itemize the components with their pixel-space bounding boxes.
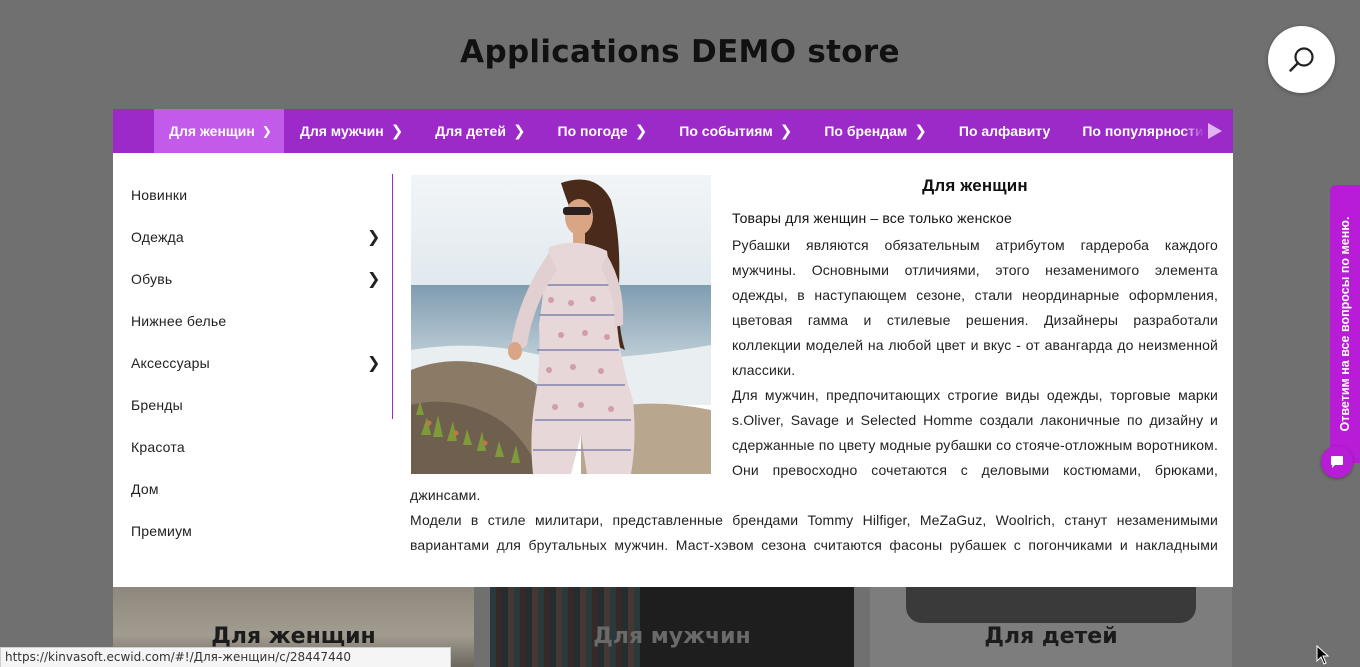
menu-item-women[interactable]: Для женщин ❯ [154, 109, 284, 153]
submenu-item-label: Обувь [131, 271, 173, 287]
search-button[interactable] [1268, 26, 1335, 93]
submenu-divider [392, 174, 393, 419]
description-fade [410, 548, 1218, 564]
chevron-right-icon: ❯ [367, 355, 381, 372]
chevron-right-icon: ❯ [367, 229, 381, 246]
category-tile-kids[interactable]: Для детей [870, 587, 1232, 667]
menu-item-events[interactable]: По событиям ❯ [663, 109, 808, 153]
mouse-cursor-icon [1316, 645, 1330, 665]
browser-status-bar: https://kinvasoft.ecwid.com/#!/Для-женщи… [0, 647, 451, 667]
menu-item-label: Для мужчин [299, 123, 384, 139]
submenu-item-label: Дом [131, 481, 159, 497]
menu-item-weather[interactable]: По погоде ❯ [542, 109, 664, 153]
play-arrow-icon [1208, 123, 1222, 139]
category-tile-label: Для мужчин [593, 624, 751, 649]
submenu-item-label: Премиум [131, 523, 192, 539]
submenu-item-label: Одежда [131, 229, 184, 245]
menu-item-kids[interactable]: Для детей ❯ [419, 109, 541, 153]
store-title: Applications DEMO store [460, 34, 900, 70]
submenu-item-brands[interactable]: Бренды [113, 384, 393, 426]
menu-item-label: По событиям [679, 123, 773, 139]
menu-item-label: По брендам [824, 123, 908, 139]
category-menu-bar: Для женщин ❯ Для мужчин ❯ Для детей ❯ По… [113, 109, 1233, 153]
search-icon [1288, 46, 1314, 72]
submenu-item-shoes[interactable]: Обувь ❯ [113, 258, 393, 300]
submenu-item-label: Аксессуары [131, 355, 210, 371]
chevron-right-icon: ❯ [914, 123, 927, 140]
chevron-right-icon: ❯ [634, 123, 648, 140]
chevron-right-icon: ❯ [390, 123, 404, 140]
menu-item-label: По погоде [557, 123, 628, 139]
submenu-item-label: Бренды [131, 397, 183, 413]
chevron-down-icon: ❯ [261, 124, 272, 138]
submenu-item-accessories[interactable]: Аксессуары ❯ [113, 342, 393, 384]
chat-icon [1331, 456, 1343, 468]
submenu-item-label: Новинки [131, 187, 188, 203]
category-description: Для женщин Товары для женщин – все тольк… [410, 175, 1218, 564]
chevron-right-icon: ❯ [512, 123, 526, 140]
submenu-item-underwear[interactable]: Нижнее белье [113, 300, 393, 342]
submenu-item-premium[interactable]: Премиум [113, 510, 393, 552]
chevron-right-icon: ❯ [779, 123, 793, 140]
menu-item-label: Для детей [435, 123, 506, 139]
chat-tab-label: Ответим на все вопросы по меню. [1338, 216, 1352, 432]
tile-image [906, 587, 1196, 623]
submenu-item-label: Нижнее белье [131, 313, 227, 329]
chevron-right-icon: ❯ [367, 271, 381, 288]
submenu-item-new[interactable]: Новинки [113, 174, 393, 216]
submenu-item-clothing[interactable]: Одежда ❯ [113, 216, 393, 258]
category-tile-label: Для детей [984, 624, 1118, 649]
menu-scroll-next-button[interactable] [1181, 109, 1233, 153]
submenu-item-home[interactable]: Дом [113, 468, 393, 510]
submenu-list: Новинки Одежда ❯ Обувь ❯ Нижнее белье Ак… [113, 174, 393, 552]
category-tile-label: Для женщин [211, 624, 376, 649]
menu-item-label: По алфавиту [958, 123, 1051, 139]
menu-item-men[interactable]: Для мужчин ❯ [284, 109, 419, 153]
menu-item-brands[interactable]: По брендам ❯ [808, 109, 943, 153]
mega-menu-dropdown: Новинки Одежда ❯ Обувь ❯ Нижнее белье Ак… [113, 153, 1233, 587]
submenu-item-label: Красота [131, 439, 185, 455]
menu-item-label: Для женщин [169, 123, 255, 139]
chat-tab[interactable]: Ответим на все вопросы по меню. [1330, 185, 1360, 463]
submenu-item-beauty[interactable]: Красота [113, 426, 393, 468]
chat-button[interactable] [1321, 446, 1353, 478]
category-tile-men[interactable]: Для мужчин [490, 587, 854, 667]
menu-item-alphabet[interactable]: По алфавиту [943, 109, 1066, 153]
